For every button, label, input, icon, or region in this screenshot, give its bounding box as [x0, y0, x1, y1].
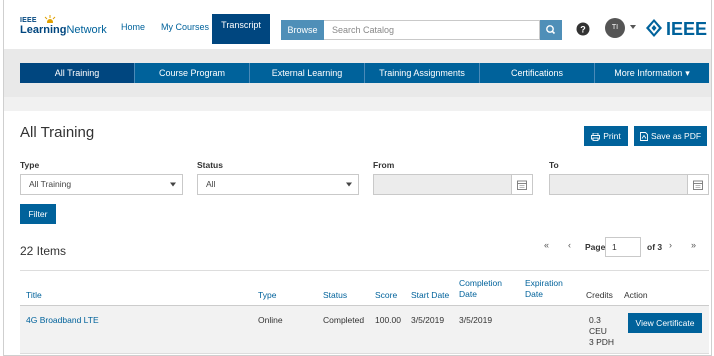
page-number-input[interactable] — [605, 237, 641, 257]
nav-home[interactable]: Home — [121, 22, 145, 32]
from-date-input[interactable] — [373, 174, 512, 195]
view-certificate-button[interactable]: View Certificate — [628, 313, 702, 333]
to-date-input[interactable] — [549, 174, 688, 195]
col-score-header[interactable]: Score — [375, 290, 397, 301]
chevron-down-icon — [346, 182, 352, 187]
user-avatar[interactable]: TI — [605, 18, 625, 38]
status-select[interactable]: All — [197, 174, 359, 195]
row-score: 100.00 — [375, 315, 401, 325]
ieee-learning-network-logo[interactable]: IEEE LearningNetwork — [20, 15, 110, 39]
col-expiration-line2: Date — [525, 289, 543, 299]
search-input[interactable] — [324, 20, 540, 40]
logo-ieee-text: IEEE — [20, 17, 37, 24]
filter-button[interactable]: Filter — [20, 204, 56, 224]
browse-button[interactable]: Browse — [281, 20, 324, 40]
pdf-file-icon — [640, 132, 648, 142]
col-action-header: Action — [624, 290, 648, 300]
tab-training-assignments[interactable]: Training Assignments — [365, 63, 480, 83]
from-date-label: From — [373, 160, 395, 170]
type-filter-label: Type — [20, 160, 40, 170]
status-select-value: All — [206, 179, 216, 189]
svg-text:?: ? — [580, 25, 586, 35]
page-title: All Training — [20, 124, 95, 141]
nav-transcript[interactable]: Transcript — [212, 14, 270, 44]
col-start-date-header[interactable]: Start Date — [411, 290, 449, 301]
svg-text:IEEE: IEEE — [666, 19, 707, 39]
col-title-header[interactable]: Title — [26, 290, 42, 301]
print-button-label: Print — [603, 131, 621, 141]
row-type: Online — [258, 315, 283, 325]
search-button[interactable] — [540, 20, 562, 40]
save-as-pdf-label: Save as PDF — [650, 131, 702, 141]
table-top-divider — [20, 270, 709, 271]
help-icon[interactable]: ? — [576, 22, 590, 36]
logo-wordmark: LearningNetwork — [20, 24, 107, 36]
save-as-pdf-button[interactable]: Save as PDF — [634, 126, 707, 146]
tab-certifications[interactable]: Certifications — [480, 63, 595, 83]
row-credits-line3: 3 PDH — [589, 337, 615, 347]
printer-icon — [591, 132, 601, 141]
col-expiration-line1: Expiration — [525, 278, 563, 288]
col-completion-line1: Completion — [459, 278, 502, 288]
top-header: IEEE LearningNetwork Home My Courses Tra… — [4, 0, 711, 48]
type-select[interactable]: All Training — [20, 174, 183, 195]
nav-my-courses[interactable]: My Courses — [161, 22, 209, 32]
training-tabs: All Training Course Program External Lea… — [20, 63, 710, 83]
print-button[interactable]: Print — [584, 126, 628, 146]
col-completion-line2: Date — [459, 289, 477, 299]
chevron-down-icon — [170, 182, 176, 187]
calendar-icon — [517, 180, 527, 190]
calendar-icon — [693, 180, 703, 190]
caret-down-icon: ▾ — [685, 68, 690, 78]
page-label: Page — [585, 242, 606, 252]
logo-sun-icon — [44, 15, 56, 23]
search-icon — [546, 25, 556, 35]
row-status: Completed — [323, 315, 365, 325]
row-completion-date: 3/5/2019 — [459, 315, 493, 325]
items-count: 22 Items — [20, 244, 67, 258]
type-select-value: All Training — [29, 179, 72, 189]
from-date-picker[interactable] — [512, 174, 533, 195]
prev-page-button[interactable]: ‹ — [568, 240, 571, 250]
col-credits-header: Credits — [586, 290, 613, 300]
sub-bar — [4, 97, 711, 111]
tab-all-training[interactable]: All Training — [20, 63, 135, 83]
last-page-button[interactable]: » — [691, 240, 696, 250]
next-page-button[interactable]: › — [669, 240, 672, 250]
col-status-header[interactable]: Status — [323, 290, 347, 301]
to-date-picker[interactable] — [688, 174, 709, 195]
training-title-link[interactable]: 4G Broadband LTE — [26, 315, 99, 326]
chevron-down-icon[interactable] — [630, 24, 636, 30]
tab-external-learning[interactable]: External Learning — [250, 63, 365, 83]
to-date-label: To — [549, 160, 559, 170]
tab-more-information-label: More Information — [614, 68, 683, 78]
page-total: of 3 — [647, 242, 663, 252]
first-page-button[interactable]: « — [544, 240, 549, 250]
col-completion-date-header[interactable]: Completion Date — [459, 278, 502, 300]
col-expiration-date-header[interactable]: Expiration Date — [525, 278, 563, 300]
row-start-date: 3/5/2019 — [411, 315, 445, 325]
row-credits-line2: CEU — [589, 326, 607, 336]
status-filter-label: Status — [197, 160, 223, 170]
row-credits: 0.3 CEU 3 PDH — [589, 315, 614, 348]
tab-more-information[interactable]: More Information ▾ — [595, 63, 709, 83]
row-credits-line1: 0.3 — [589, 315, 601, 325]
col-type-header[interactable]: Type — [258, 290, 276, 301]
tab-course-program[interactable]: Course Program — [135, 63, 250, 83]
training-tab-bar: All Training Course Program External Lea… — [4, 49, 711, 97]
app-frame: IEEE LearningNetwork Home My Courses Tra… — [3, 0, 712, 356]
ieee-logo: IEEE — [646, 19, 707, 39]
